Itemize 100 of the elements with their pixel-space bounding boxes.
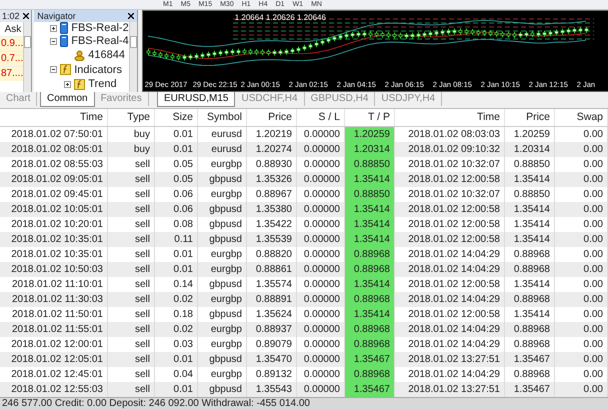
close-icon[interactable] — [23, 13, 30, 19]
table-cell: 0.88891 — [247, 292, 297, 307]
table-cell: 1.35414 — [345, 172, 395, 187]
column-header[interactable]: T / P — [345, 109, 395, 126]
candlestick — [530, 30, 534, 38]
table-cell: 0.88968 — [345, 367, 395, 382]
table-cell: 1.35414 — [345, 232, 395, 247]
table-cell: 1.20314 — [345, 142, 395, 157]
table-cell: sell — [108, 262, 155, 277]
scrollbar[interactable] — [23, 22, 32, 92]
table-cell: 0.00 — [555, 352, 608, 367]
table-cell: 2018.01.02 14:04:29 — [395, 322, 505, 337]
expand-toggle[interactable] — [50, 24, 58, 32]
table-cell: 0.88850 — [345, 187, 395, 202]
table-cell: 0.11 — [155, 232, 198, 247]
table-cell: 2018.01.02 09:05:01 — [0, 172, 108, 187]
table-cell: 0.02 — [155, 322, 198, 337]
symbol-tab[interactable]: EURUSD,M15 — [157, 92, 236, 107]
table-cell: 1.35414 — [345, 277, 395, 292]
table-cell: 2018.01.02 14:04:29 — [395, 292, 505, 307]
table-cell: 1.35467 — [345, 382, 395, 397]
column-header[interactable]: Size — [155, 109, 198, 126]
column-header[interactable]: Time — [0, 109, 108, 126]
table-cell: gbpusd — [198, 352, 247, 367]
table-cell: 0.00 — [555, 142, 608, 157]
table-cell: 1.35414 — [505, 172, 555, 187]
table-cell: 1.35326 — [247, 172, 297, 187]
indicator-icon — [74, 78, 86, 90]
ask-price: 87.... — [0, 66, 24, 81]
table-cell: 1.35414 — [505, 202, 555, 217]
table-cell: 2018.01.02 09:10:32 — [395, 142, 505, 157]
table-cell: 0.88968 — [345, 247, 395, 262]
table-cell: 1.35414 — [505, 232, 555, 247]
table-cell: 0.88968 — [505, 262, 555, 277]
table-cell: 0.06 — [155, 202, 198, 217]
table-cell: 1.35414 — [345, 202, 395, 217]
table-cell: sell — [108, 172, 155, 187]
table-cell: sell — [108, 232, 155, 247]
column-header[interactable]: S / L — [297, 109, 345, 126]
table-cell: 0.88937 — [247, 322, 297, 337]
table-cell: 2018.01.02 12:00:58 — [395, 202, 505, 217]
column-header[interactable]: Symbol — [198, 109, 247, 126]
table-cell: 0.88861 — [247, 262, 297, 277]
column-header[interactable]: Price — [505, 109, 555, 126]
table-cell: 0.88968 — [345, 322, 395, 337]
table-cell: 2018.01.02 14:04:29 — [395, 262, 505, 277]
table-cell: 0.00 — [555, 172, 608, 187]
table-cell: 0.00 — [555, 322, 608, 337]
server-icon — [60, 22, 68, 34]
column-header[interactable]: Time — [395, 109, 505, 126]
table-cell: 2018.01.02 11:30:03 — [0, 292, 108, 307]
table-cell: 1.20259 — [345, 127, 395, 142]
ask-price: 0.9... — [0, 36, 24, 51]
table-cell: 0.01 — [155, 262, 198, 277]
table-cell: 0.00 — [555, 232, 608, 247]
server-icon — [60, 35, 68, 47]
tree-item[interactable]: FBS-Real-4 — [71, 35, 129, 47]
tree-item[interactable]: Trend — [88, 78, 117, 90]
table-cell: 1.35414 — [345, 307, 395, 322]
expand-toggle[interactable] — [50, 38, 58, 44]
scrollbar[interactable] — [128, 22, 137, 92]
table-cell: eurusd — [198, 142, 247, 157]
table-cell: 2018.01.02 10:50:03 — [0, 262, 108, 277]
table-cell: 0.00 — [555, 202, 608, 217]
table-cell: 0.00 — [555, 292, 608, 307]
table-cell: gbpusd — [198, 172, 247, 187]
tree-item[interactable]: Indicators — [74, 64, 122, 76]
table-cell: 1.35414 — [345, 217, 395, 232]
column-header: Ask — [4, 23, 22, 36]
table-cell: buy — [108, 142, 155, 157]
table-cell: 1.35467 — [505, 352, 555, 367]
market-watch-time: 1:02 — [2, 11, 20, 21]
table-cell: 1.20314 — [505, 142, 555, 157]
table-cell: sell — [108, 292, 155, 307]
table-cell: 0.88968 — [345, 337, 395, 352]
tree-item[interactable]: FBS-Real-2 — [71, 22, 129, 34]
table-cell: 0.88968 — [345, 292, 395, 307]
table-cell: 1.35470 — [247, 352, 297, 367]
close-icon[interactable] — [128, 13, 134, 19]
table-cell: 1.35539 — [247, 232, 297, 247]
table-cell: 0.88850 — [345, 157, 395, 172]
table-cell: 2018.01.02 12:05:01 — [0, 352, 108, 367]
panel-tab[interactable]: Common — [40, 92, 95, 107]
table-cell: 1.20274 — [247, 142, 297, 157]
table-cell: gbpusd — [198, 202, 247, 217]
table-cell: 2018.01.02 11:55:01 — [0, 322, 108, 337]
tree-item[interactable]: 416844 — [88, 49, 125, 62]
table-cell: sell — [108, 322, 155, 337]
expand-toggle[interactable] — [50, 66, 58, 74]
column-header[interactable]: Type — [108, 109, 155, 126]
table-cell: 0.88968 — [505, 322, 555, 337]
table-cell: 2018.01.02 12:00:58 — [395, 232, 505, 247]
column-header[interactable]: Swap — [555, 109, 608, 126]
table-cell: 0.01 — [155, 352, 198, 367]
table-cell: 0.00 — [555, 262, 608, 277]
table-cell: 1.35380 — [247, 202, 297, 217]
expand-toggle[interactable] — [64, 80, 72, 88]
column-header[interactable]: Price — [247, 109, 297, 126]
table-cell: eurgbp — [198, 322, 247, 337]
price-readout: 1.20664 1.20626 1.20646 — [234, 13, 326, 22]
